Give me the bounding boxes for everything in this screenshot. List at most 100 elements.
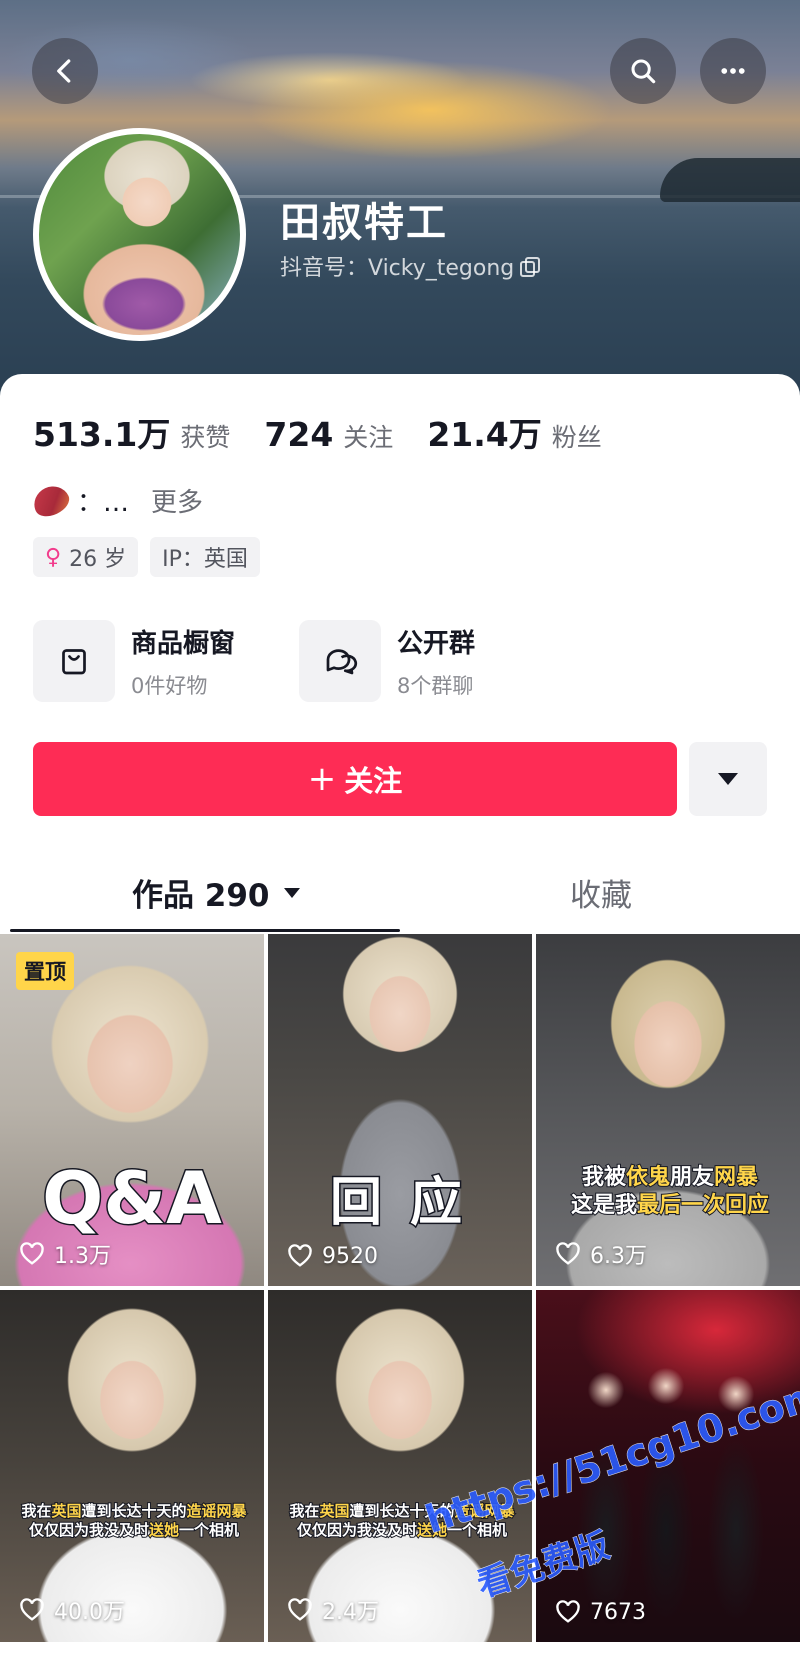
follow-button[interactable]: + 关注 (33, 742, 677, 816)
caption-segment: 我在 (20, 1501, 52, 1521)
caption-segment: 一个相机 (178, 1520, 240, 1540)
stat-label: 获赞 (180, 423, 231, 452)
tab-favorites-label: 收藏 (570, 878, 632, 914)
pinned-badge: 置顶 (16, 952, 74, 990)
douyin-id-text: 抖音号：Vicky_tegong (280, 256, 515, 281)
like-count: 1.3万 (18, 1238, 111, 1270)
caption-line: 我被依鬼朋友网暴 (548, 1164, 792, 1192)
stat-number: 724 (264, 415, 334, 454)
tab-works[interactable]: 作品 290 (132, 870, 300, 915)
sweet-potato-icon (28, 480, 74, 521)
profile-entries: 商品橱窗 0件好物 公开群 8个群聊 (33, 620, 539, 702)
profile-name: 田叔特工 (280, 200, 448, 246)
entry-title: 商品橱窗 (131, 628, 236, 659)
active-tab-indicator (10, 929, 400, 932)
stat-likes[interactable]: 513.1万 获赞 (33, 408, 230, 456)
douyin-id[interactable]: 抖音号：Vicky_tegong (280, 250, 541, 282)
video-tile[interactable]: 我在英国遭到长达十天的造谣网暴 仅仅因为我没及时送她一个相机 40.0万 (0, 1290, 264, 1642)
caption-highlight: 网暴 (713, 1164, 759, 1191)
caption-line: 仅仅因为我没及时送她一个相机 (12, 1520, 256, 1540)
recommend-dropdown-button[interactable] (689, 742, 767, 816)
tab-favorites[interactable]: 收藏 (570, 870, 632, 915)
like-count: 40.0万 (18, 1594, 125, 1626)
stat-number: 21.4万 (427, 415, 542, 454)
caret-down-icon (283, 887, 300, 898)
more-dots-icon (721, 68, 745, 74)
caption-highlight: 最后一次回应 (636, 1192, 770, 1219)
caption-line: 我在英国遭到长达十天的造谣网暴 (12, 1501, 256, 1521)
video-thumbnail (536, 934, 800, 1286)
copy-icon[interactable] (520, 257, 541, 277)
caption-highlight: 送她 (148, 1520, 180, 1540)
caption-segment: 仅仅因为我没及时 (296, 1520, 418, 1540)
caption-segment: 遭到长达十天的 (80, 1501, 187, 1521)
stat-number: 513.1万 (33, 415, 171, 454)
back-button[interactable] (32, 38, 98, 104)
follow-row: + 关注 (33, 742, 767, 816)
video-tile[interactable]: 回应 9520 (268, 934, 532, 1286)
search-icon (631, 59, 656, 84)
bio[interactable]: ：… 更多 (28, 480, 203, 521)
chevron-left-icon (57, 59, 71, 83)
ip-tag: IP：英国 (150, 537, 260, 577)
video-caption: Q&A (41, 1155, 224, 1242)
female-icon: ♀ (45, 544, 62, 570)
caption-segment: 朋友 (669, 1164, 715, 1191)
stat-followers[interactable]: 21.4万 粉丝 (427, 408, 601, 456)
caption-highlight: 依鬼 (625, 1164, 671, 1191)
entry-title: 公开群 (397, 628, 476, 659)
video-caption: 我在英国遭到长达十天的造谣网暴 仅仅因为我没及时送她一个相机 (12, 1501, 256, 1540)
stat-label: 粉丝 (551, 423, 602, 452)
shop-window-entry[interactable]: 商品橱窗 0件好物 (33, 620, 235, 702)
heart-icon (20, 1242, 44, 1265)
video-caption: 我被依鬼朋友网暴 这是我最后一次回应 (548, 1164, 792, 1219)
age-tag: ♀ 26 岁 (33, 537, 139, 577)
group-icon-box (299, 620, 382, 702)
follow-label: 关注 (344, 764, 403, 798)
bio-text: ：… (77, 488, 130, 518)
content-tabs: 作品 290 收藏 (0, 860, 800, 932)
shopping-bag-icon (62, 649, 86, 675)
profile-tags: ♀ 26 岁 IP：英国 (33, 537, 260, 577)
profile-stats: 513.1万 获赞 724 关注 21.4万 粉丝 (33, 408, 636, 456)
entry-subtitle: 8个群聊 (397, 673, 474, 698)
stat-following[interactable]: 724 关注 (264, 415, 393, 454)
caption-segment: 这是我 (570, 1192, 638, 1219)
caption-segment: 我被 (581, 1164, 627, 1191)
entry-subtitle: 0件好物 (131, 673, 208, 698)
shop-icon-box (33, 620, 115, 702)
like-count: 6.3万 (554, 1238, 647, 1270)
caption-highlight: 英国 (318, 1501, 350, 1521)
bio-more-link[interactable]: 更多 (151, 482, 203, 519)
caption-highlight: 造谣网暴 (186, 1501, 248, 1521)
like-count: 2.4万 (286, 1594, 379, 1626)
like-count-text: 9520 (322, 1243, 378, 1269)
caption-line: 这是我最后一次回应 (548, 1192, 792, 1220)
heart-icon (556, 1242, 580, 1265)
video-caption: 回应 (328, 1172, 490, 1235)
caption-segment: 仅仅因为我没及时 (28, 1520, 150, 1540)
ip-text: IP：英国 (162, 547, 248, 572)
caption-highlight: 英国 (50, 1501, 82, 1521)
search-button[interactable] (610, 38, 676, 104)
stat-label: 关注 (343, 423, 394, 452)
island-silhouette (660, 158, 800, 202)
video-tile[interactable]: 我被依鬼朋友网暴 这是我最后一次回应 6.3万 (536, 934, 800, 1286)
tab-works-label: 作品 290 (132, 878, 270, 914)
plus-icon: + (307, 759, 337, 799)
more-button[interactable] (700, 38, 766, 104)
caret-down-icon (718, 773, 738, 785)
chat-bubbles-icon (326, 649, 358, 675)
like-count-text: 1.3万 (54, 1244, 111, 1269)
like-count-text: 7673 (590, 1599, 646, 1625)
video-tile[interactable]: 置顶 Q&A 1.3万 (0, 934, 264, 1286)
like-count-text: 6.3万 (590, 1244, 647, 1269)
like-count-text: 2.4万 (322, 1600, 379, 1625)
public-group-entry[interactable]: 公开群 8个群聊 (299, 620, 475, 702)
avatar[interactable] (33, 128, 246, 341)
heart-icon (288, 1598, 312, 1621)
heart-icon (288, 1244, 312, 1267)
like-count: 7673 (554, 1598, 646, 1626)
heart-icon (556, 1600, 580, 1623)
heart-icon (20, 1598, 44, 1621)
